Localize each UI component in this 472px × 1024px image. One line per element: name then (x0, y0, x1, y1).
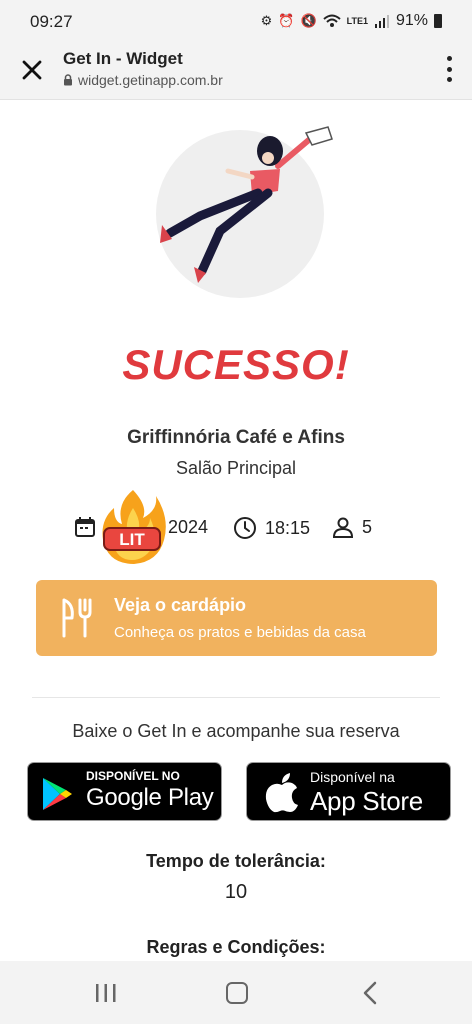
fire-lit-sticker: LIT (102, 490, 166, 564)
notification-icon: ⚙ (260, 13, 273, 28)
rules-heading: Regras e Condições: (146, 937, 326, 957)
battery-percent: 91% (395, 12, 428, 29)
page-url: widget.getinapp.com.br (78, 72, 223, 88)
app-store-button[interactable]: Disponível na App Store (246, 762, 451, 821)
success-title: SUCESSO! (122, 341, 350, 388)
system-nav-bar (0, 961, 472, 1024)
view-menu-button[interactable]: Veja o cardápio Conheça os pratos e bebi… (36, 580, 437, 656)
google-play-big-text: Google Play (86, 784, 214, 811)
restaurant-area: Salão Principal (175, 458, 297, 478)
url-row: widget.getinapp.com.br (63, 72, 223, 88)
sticker-text: LIT (119, 530, 145, 549)
status-bar: 09:27 ⚙ ⏰ 🔇 LTE1 91% (0, 0, 472, 44)
alarm-icon: ⏰ (278, 13, 295, 28)
status-time: 09:27 (30, 12, 73, 31)
signal-icon (374, 15, 389, 28)
menu-card-title: Veja o cardápio (114, 595, 247, 615)
tolerance-value: 10 (224, 881, 248, 903)
divider (32, 697, 440, 698)
reservation-time: 18:15 (233, 516, 310, 540)
calendar-icon (75, 517, 95, 537)
tolerance-label: Tempo de tolerância: (146, 851, 326, 871)
close-button[interactable] (18, 56, 46, 84)
time-text: 18:15 (265, 517, 311, 538)
status-icons: ⚙ ⏰ 🔇 LTE1 91% (261, 12, 442, 30)
clock-icon (234, 517, 256, 539)
lock-icon (64, 74, 72, 86)
restaurant-name: Griffinnória Café e Afins (127, 427, 345, 448)
date-text: 2024 (168, 516, 209, 537)
dot-icon (446, 56, 452, 61)
google-play-icon (43, 778, 72, 810)
success-illustration (156, 126, 333, 298)
wifi-icon (322, 14, 341, 27)
app-store-small-text: Disponível na (310, 769, 395, 785)
dot-icon (446, 66, 452, 72)
menu-card-subtitle: Conheça os pratos e bebidas da casa (114, 624, 366, 641)
more-options-button[interactable] (444, 56, 454, 82)
google-play-small-text: DISPONÍVEL NO (86, 769, 180, 783)
browser-header: Get In - Widget widget.getinapp.com.br (0, 44, 472, 100)
home-button[interactable] (226, 982, 248, 1004)
app-store-big-text: App Store (310, 786, 423, 816)
cutlery-icon (62, 598, 92, 638)
page-content: SUCESSO! Griffinnória Café e Afins Salão… (0, 101, 472, 961)
back-button[interactable] (362, 981, 378, 1005)
google-play-button[interactable]: DISPONÍVEL NO Google Play (27, 762, 222, 821)
mute-icon: 🔇 (300, 13, 317, 28)
reservation-guests: 5 (332, 516, 372, 538)
dot-icon (446, 77, 452, 82)
person-icon (332, 517, 354, 538)
download-app-text: Baixe o Get In e acompanhe sua reserva (72, 721, 400, 741)
lte-label: LTE1 (346, 16, 368, 26)
recent-apps-button[interactable] (94, 983, 118, 1003)
page-title: Get In - Widget (63, 49, 183, 68)
reservation-info-row: 2024 18:15 5 LIT (0, 490, 472, 564)
battery-icon (434, 14, 442, 28)
close-icon (22, 60, 42, 80)
apple-icon (265, 773, 298, 813)
guests-text: 5 (362, 516, 373, 537)
